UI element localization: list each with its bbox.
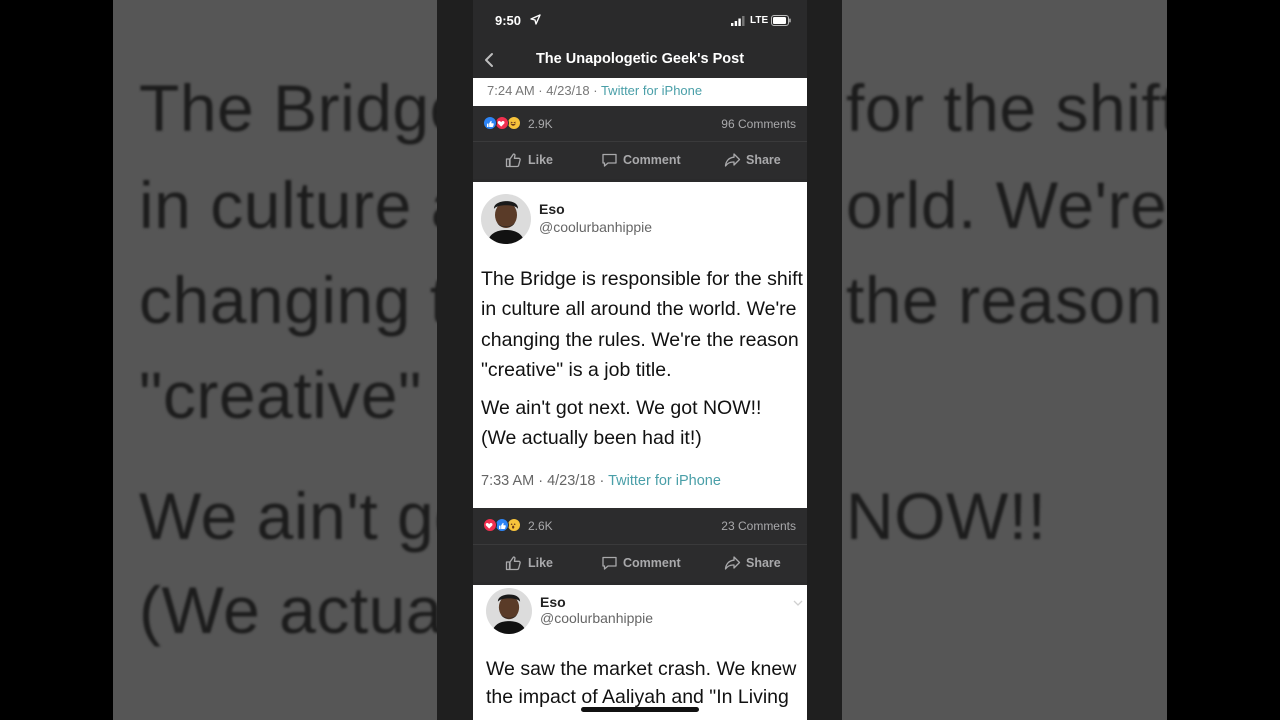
avatar[interactable] xyxy=(486,588,532,634)
share-button[interactable]: Share xyxy=(722,142,792,178)
tweet-text-line: changing the rules. We're the reason xyxy=(481,329,799,351)
comment-button[interactable]: Comment xyxy=(599,142,689,178)
screen-recording-frame: The Bridge for the shift in culture a or… xyxy=(0,0,1280,720)
like-label: Like xyxy=(528,153,554,167)
comment-label: Comment xyxy=(623,556,681,570)
tweet-source-link[interactable]: Twitter for iPhone xyxy=(601,83,702,98)
tweet-timestamp: 7:24 AM · 4/23/18 · Twitter for iPhone xyxy=(487,83,702,98)
cellular-signal-icon xyxy=(731,16,745,26)
like-button[interactable]: Like xyxy=(503,142,573,178)
tweet-text-line: "creative" is a job title. xyxy=(481,359,672,381)
tweet-time: 7:33 AM · 4/23/18 · xyxy=(481,473,609,489)
tweet-source-link[interactable]: Twitter for iPhone xyxy=(608,473,721,489)
like-button[interactable]: Like xyxy=(503,545,573,581)
share-arrow-icon xyxy=(724,556,741,570)
author-name: Eso xyxy=(540,594,566,610)
author-handle: @coolurbanhippie xyxy=(539,219,653,235)
status-bar: 9:50 LTE xyxy=(473,0,807,42)
reaction-icons[interactable] xyxy=(483,518,533,533)
phone-frame: 9:50 LTE The Unapologetic Geek's Post 7:… xyxy=(437,0,842,720)
like-reaction-icon xyxy=(483,116,497,130)
avatar[interactable] xyxy=(481,194,531,244)
post-actions-bar: Like Comment Share xyxy=(473,141,807,179)
author-handle: @coolurbanhippie xyxy=(540,610,654,626)
post-actions-bar: Like Comment Share xyxy=(473,544,807,582)
bg-text-line: changing th xyxy=(139,263,486,337)
bg-text-line: We ain't go xyxy=(139,479,472,553)
share-label: Share xyxy=(746,153,781,167)
home-indicator[interactable] xyxy=(581,707,699,712)
thumbs-up-icon xyxy=(505,153,521,168)
navigation-bar: The Unapologetic Geek's Post xyxy=(473,42,807,78)
tweet-timestamp: 7:33 AM · 4/23/18 · Twitter for iPhone xyxy=(481,473,721,489)
bg-text-line: (We actuall xyxy=(139,573,474,647)
like-label: Like xyxy=(528,556,554,570)
network-type: LTE xyxy=(750,15,769,26)
reaction-icons[interactable] xyxy=(483,116,533,131)
bg-text-line: The Bridge xyxy=(139,71,467,145)
tweet-screenshot[interactable]: Eso @coolurbanhippie We saw the market c… xyxy=(473,585,807,720)
like-reaction-icon xyxy=(495,518,509,532)
previous-tweet-footer: 7:24 AM · 4/23/18 · Twitter for iPhone xyxy=(473,78,807,106)
wow-reaction-icon xyxy=(507,518,521,532)
tweet-text-line: We ain't got next. We got NOW!! xyxy=(481,397,762,419)
share-arrow-icon xyxy=(724,153,741,167)
share-label: Share xyxy=(746,556,781,570)
chevron-down-icon[interactable] xyxy=(792,599,804,607)
status-time: 9:50 xyxy=(495,13,522,28)
comments-count[interactable]: 23 Comments xyxy=(721,519,796,533)
bg-text-line: in culture a xyxy=(139,168,468,242)
bg-text-line: NOW!! xyxy=(846,479,1047,553)
bg-text-line: the reason xyxy=(846,263,1163,337)
reaction-count[interactable]: 2.9K xyxy=(528,117,553,131)
tweet-screenshot[interactable]: Eso @coolurbanhippie The Bridge is respo… xyxy=(473,182,807,508)
bg-text-line: orld. We're xyxy=(846,168,1167,242)
post-reactions-bar: 2.9K 96 Comments xyxy=(473,106,807,142)
tweet-text-line: in culture all around the world. We're xyxy=(481,298,797,320)
page-title: The Unapologetic Geek's Post xyxy=(535,51,745,67)
reaction-count[interactable]: 2.6K xyxy=(528,519,553,533)
comment-bubble-icon xyxy=(602,556,617,570)
tweet-time: 7:24 AM · 4/23/18 · xyxy=(487,83,601,98)
thumbs-up-icon xyxy=(505,556,521,571)
battery-icon xyxy=(771,15,791,26)
author-name: Eso xyxy=(539,201,565,217)
love-reaction-icon xyxy=(483,518,497,532)
post-reactions-bar: 2.6K 23 Comments xyxy=(473,508,807,544)
comment-label: Comment xyxy=(623,153,681,167)
location-arrow-icon xyxy=(530,14,541,25)
share-button[interactable]: Share xyxy=(722,545,792,581)
love-reaction-icon xyxy=(495,116,509,130)
comment-bubble-icon xyxy=(602,153,617,167)
bg-text-line: for the shift xyxy=(846,71,1167,145)
phone-screen: 9:50 LTE The Unapologetic Geek's Post 7:… xyxy=(473,0,807,720)
comments-count[interactable]: 96 Comments xyxy=(721,117,796,131)
tweet-text-line: (We actually been had it!) xyxy=(481,427,702,449)
haha-reaction-icon xyxy=(507,116,521,130)
tweet-text-line: The Bridge is responsible for the shift xyxy=(481,268,803,290)
tweet-text-line: We saw the market crash. We knew xyxy=(486,658,797,680)
comment-button[interactable]: Comment xyxy=(599,545,689,581)
